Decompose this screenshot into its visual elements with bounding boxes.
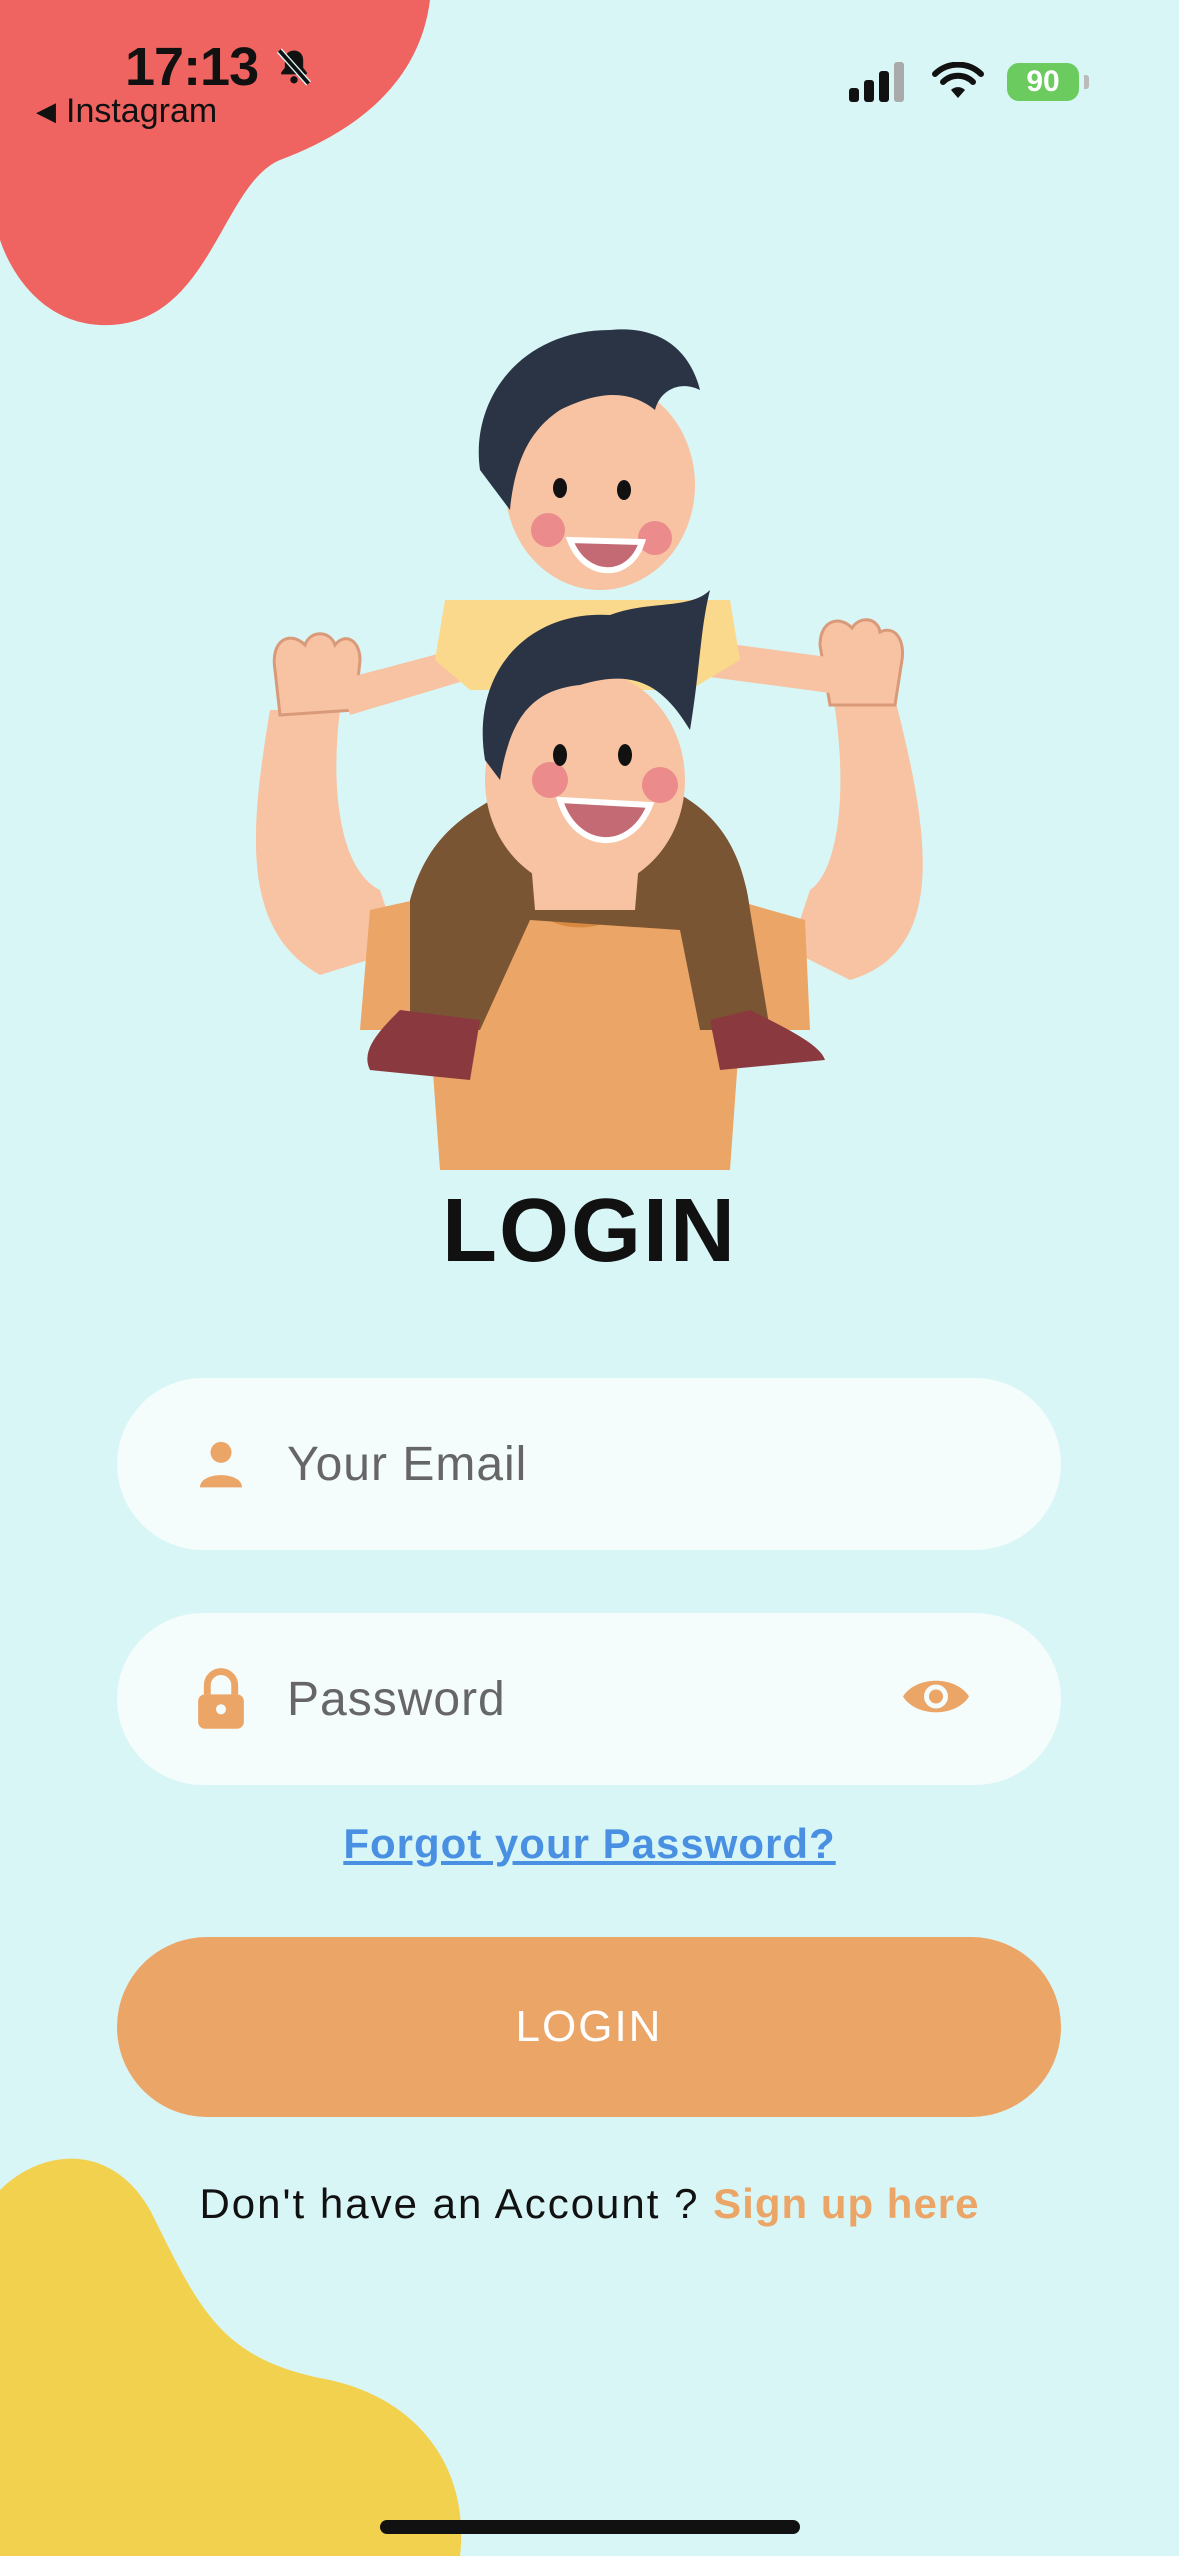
- back-arrow-icon: ◀: [36, 96, 56, 126]
- home-indicator[interactable]: [380, 2520, 800, 2534]
- eye-icon[interactable]: [901, 1674, 971, 1725]
- signup-prompt: Don't have an Account ?: [199, 2180, 700, 2227]
- email-placeholder: Your Email: [287, 1437, 528, 1491]
- page-title: LOGIN: [442, 1181, 737, 1281]
- father-child-illustration: [255, 329, 923, 1170]
- back-to-app[interactable]: ◀ Instagram: [36, 92, 217, 131]
- lock-icon: [187, 1665, 255, 1733]
- mute-bell-icon: [277, 48, 312, 86]
- wifi-icon: [932, 62, 984, 98]
- signal-icon: [849, 62, 904, 102]
- status-time: 17:13: [125, 36, 316, 98]
- signup-row: Don't have an Account ? Sign up here: [0, 2180, 1179, 2228]
- user-icon: [187, 1430, 255, 1498]
- login-button[interactable]: LOGIN: [117, 1937, 1061, 2117]
- battery-icon: 90: [1007, 63, 1089, 101]
- forgot-password-link[interactable]: Forgot your Password?: [0, 1820, 1179, 1868]
- back-app-label: Instagram: [66, 92, 218, 130]
- password-placeholder: Password: [287, 1672, 506, 1726]
- email-field[interactable]: Your Email: [117, 1378, 1061, 1550]
- signup-link[interactable]: Sign up here: [713, 2180, 979, 2227]
- password-field[interactable]: Password: [117, 1613, 1061, 1785]
- status-icons: 90: [849, 62, 1089, 102]
